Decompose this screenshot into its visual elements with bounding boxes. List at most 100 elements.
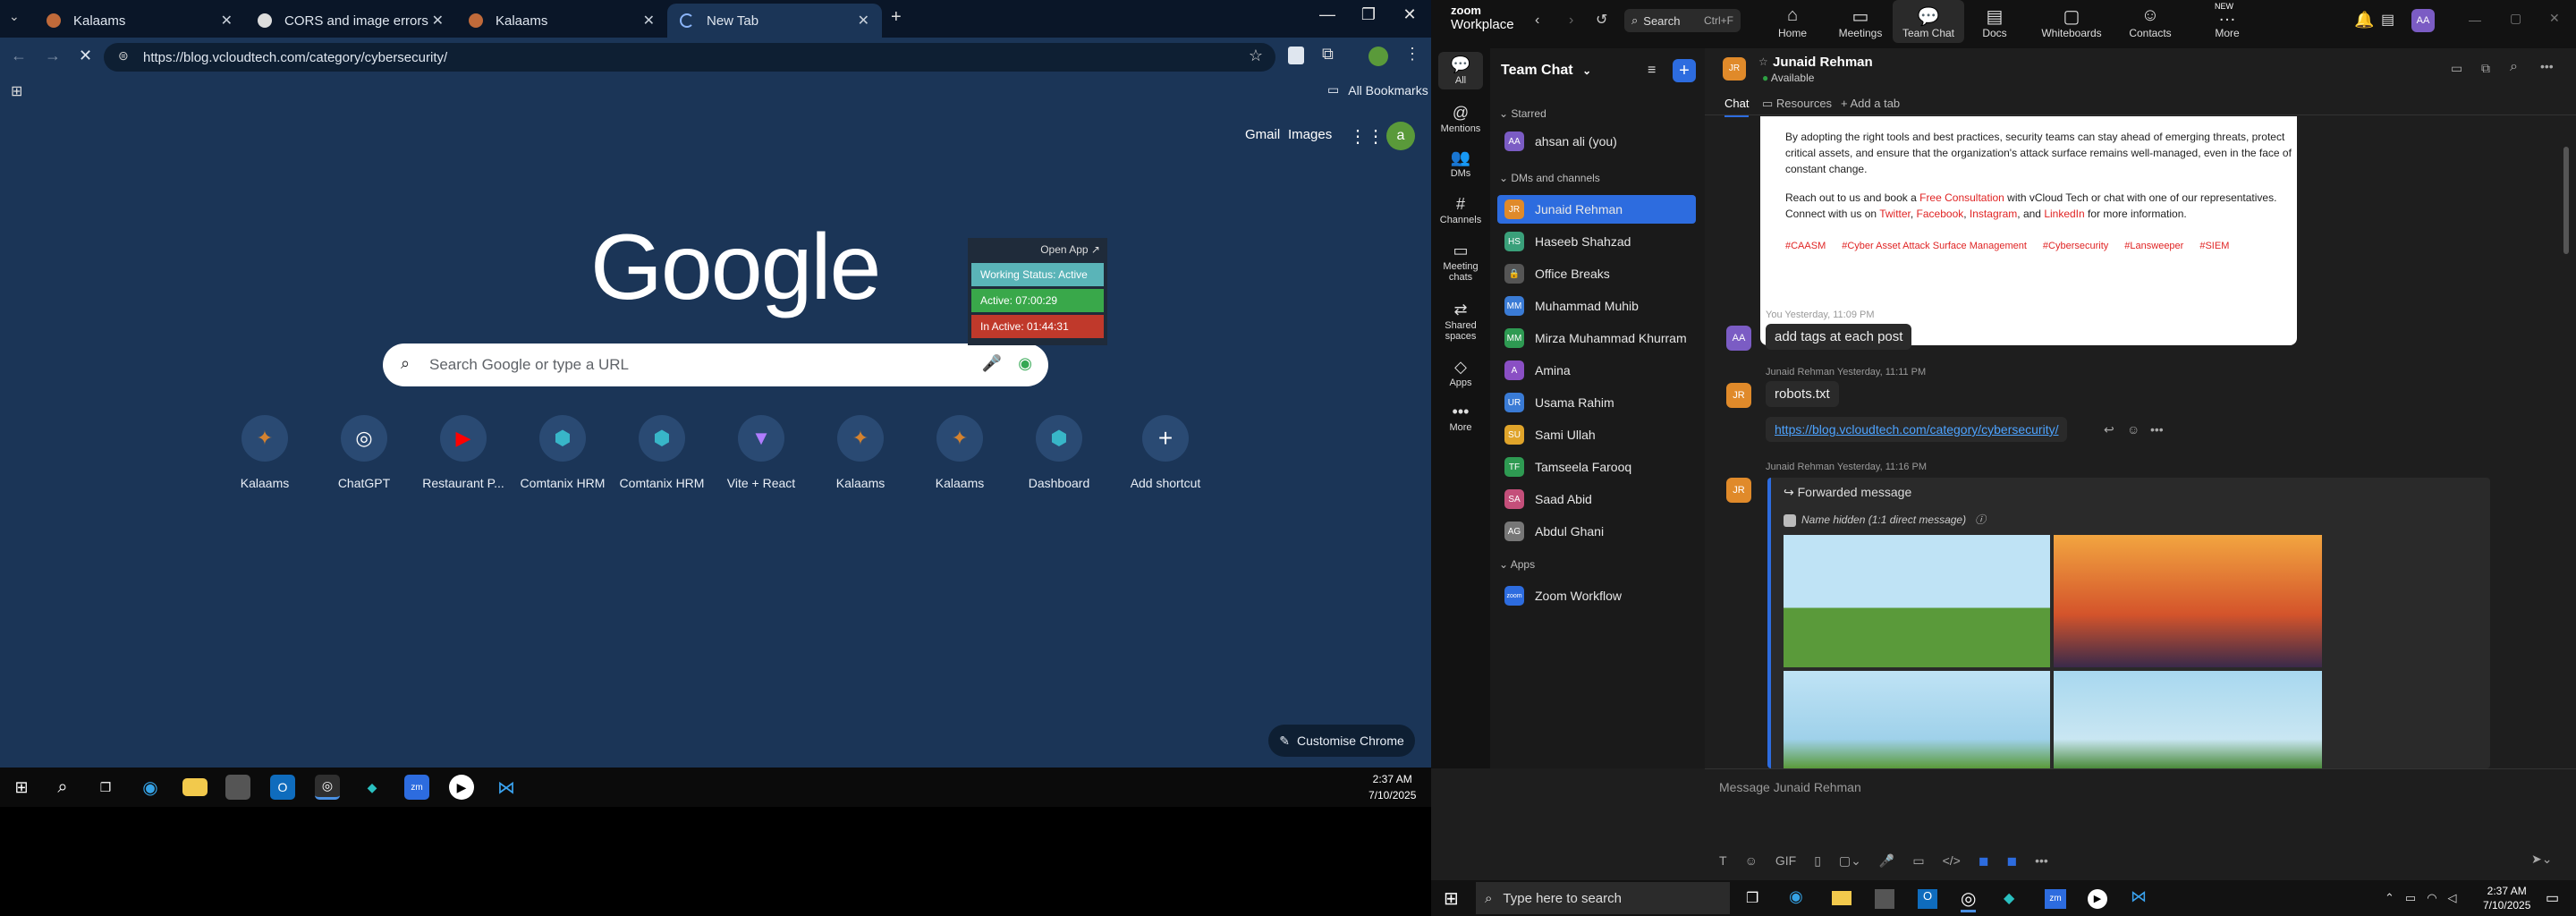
outlook-icon[interactable]: O (270, 775, 295, 800)
notifications-bell-icon[interactable]: 🔔 (2354, 11, 2374, 30)
app-taskbar-icon[interactable]: ▶ (449, 775, 474, 800)
emoji-react-icon[interactable]: ☺ (2127, 422, 2140, 437)
more-dots-icon[interactable]: ••• (2035, 853, 2048, 869)
close-window-icon[interactable]: ✕ (1394, 5, 1426, 24)
lens-search-icon[interactable]: ◉ (1018, 354, 1032, 373)
tag-link[interactable]: #Cybersecurity (2043, 238, 2108, 254)
nav-more[interactable]: NEW … More (2191, 2, 2263, 39)
maximize-icon[interactable]: ❐ (1352, 5, 1385, 24)
store-icon[interactable] (1875, 889, 1894, 909)
google-account-avatar[interactable]: a (1386, 122, 1415, 150)
browser-tab[interactable]: Kalaams ✕ (34, 4, 245, 38)
contact-junaid-rehman[interactable]: JR Junaid Rehman (1497, 195, 1696, 224)
rail-mentions[interactable]: @ Mentions (1431, 104, 1490, 134)
site-info-icon[interactable]: ⊜ (118, 48, 129, 64)
nav-meetings[interactable]: ▭ Meetings (1825, 5, 1896, 39)
minimize-icon[interactable]: — (1311, 5, 1343, 24)
shortcut-tile[interactable]: ⬢ Comtanix HRM (513, 415, 613, 490)
apps-heading[interactable]: ⌄ Apps (1499, 558, 1535, 571)
menu-kebab-icon[interactable]: ⋮ (1404, 45, 1420, 64)
contact-mirza-muhammad-khurram[interactable]: MM Mirza Muhammad Khurram (1497, 324, 1696, 352)
browser-tab[interactable]: Kalaams ✕ (456, 4, 667, 38)
nav-docs[interactable]: ▤ Docs (1959, 5, 2030, 39)
chevron-up-icon[interactable]: ⌃ (2385, 891, 2394, 905)
shortcut-tile[interactable]: ◎ ChatGPT (314, 415, 414, 490)
reply-icon[interactable]: ↩ (2104, 422, 2114, 437)
minimize-icon[interactable]: — (2469, 13, 2481, 27)
screenshot-icon[interactable]: ▢⌄ (1839, 853, 1861, 869)
customise-chrome-button[interactable]: ✎ Customise Chrome (1268, 725, 1415, 757)
file-explorer-icon[interactable] (1832, 891, 1852, 905)
zoom-taskbar-icon[interactable]: zm (404, 775, 429, 800)
chrome-taskbar-icon[interactable]: ◎ (1961, 887, 1977, 912)
star-icon[interactable]: ☆ (1758, 55, 1768, 68)
store-icon[interactable] (225, 775, 250, 800)
shortcut-tile[interactable]: ▼ Vite + React (711, 415, 811, 490)
notification-center-icon[interactable]: ▭ (2546, 889, 2559, 907)
message-link[interactable]: https://blog.vcloudtech.com/category/cyb… (1766, 417, 2068, 442)
file-icon[interactable]: ▯ (1814, 853, 1821, 869)
volume-icon[interactable]: ◁ (2448, 891, 2457, 905)
message-composer[interactable]: Message Junaid Rehman (1719, 780, 1861, 794)
task-view-icon[interactable]: ❐ (93, 775, 118, 800)
all-bookmarks-button[interactable]: ▭ All Bookmarks (1327, 82, 1428, 98)
app-icon[interactable]: ◼ (1979, 853, 1989, 869)
edge-icon[interactable]: ◉ (1789, 887, 1803, 906)
app-taskbar-icon[interactable]: ◆ (360, 775, 385, 800)
zoom-taskbar-icon[interactable]: zm (2045, 889, 2066, 909)
contact-haseeb-shahzad[interactable]: HS Haseeb Shahzad (1497, 227, 1696, 256)
rail-channels[interactable]: # Channels (1431, 195, 1490, 225)
filter-icon[interactable]: ≡ (1648, 63, 1656, 79)
gif-icon[interactable]: GIF (1775, 853, 1796, 869)
video-message-icon[interactable]: ▭ (1912, 853, 1924, 869)
close-tab-icon[interactable]: ✕ (643, 12, 655, 30)
shortcut-tile[interactable]: ▶ Restaurant P... (413, 415, 513, 490)
close-window-icon[interactable]: ✕ (2549, 11, 2560, 26)
contact-saad-abid[interactable]: SA Saad Abid (1497, 485, 1696, 513)
facebook-link[interactable]: Facebook (1917, 208, 1964, 220)
history-icon[interactable]: ↺ (1596, 11, 1607, 29)
taskbar-search-icon[interactable]: ⌕ (50, 775, 75, 800)
profile-avatar[interactable] (1368, 47, 1388, 66)
close-tab-icon[interactable]: ✕ (858, 12, 869, 30)
nav-contacts[interactable]: ☺ Contacts (2114, 5, 2186, 39)
windows-start-icon[interactable]: ⊞ (1444, 887, 1459, 910)
network-icon[interactable]: ▭ (2405, 891, 2416, 905)
edge-icon[interactable]: ◉ (138, 775, 163, 800)
scrollbar[interactable] (2563, 147, 2569, 254)
browser-tab-active[interactable]: New Tab ✕ (667, 4, 882, 38)
forward-icon[interactable]: › (1569, 13, 1573, 29)
images-link[interactable]: Images (1288, 127, 1332, 142)
message-bubble[interactable]: add tags at each post (1766, 324, 1912, 350)
rail-all[interactable]: 💬 All (1438, 52, 1483, 89)
new-tab-icon[interactable]: + (891, 7, 902, 28)
tab-resources[interactable]: ▭ Resources (1762, 97, 1832, 111)
shortcut-tile[interactable]: ✦ Kalaams (215, 415, 315, 490)
google-search-box[interactable]: ⌕ Search Google or type a URL 🎤 ◉ (383, 344, 1048, 386)
consultation-link[interactable]: Free Consultation (1919, 191, 2004, 204)
nav-home[interactable]: ⌂ Home (1757, 5, 1828, 39)
shortcut-tile[interactable]: ⬢ Comtanix HRM (612, 415, 712, 490)
code-icon[interactable]: </> (1943, 853, 1961, 869)
rail-shared-spaces[interactable]: ⇄ Shared spaces (1431, 301, 1490, 342)
shortcut-tile[interactable]: ✦ Kalaams (810, 415, 911, 490)
audio-icon[interactable]: 🎤 (1879, 853, 1894, 869)
tag-link[interactable]: #SIEM (2199, 238, 2229, 254)
emoji-icon[interactable]: ☺ (1745, 853, 1758, 869)
close-tab-icon[interactable]: ✕ (432, 12, 444, 30)
tag-link[interactable]: #CAASM (1785, 238, 1826, 254)
screen-share-icon[interactable]: ⧉ (2481, 61, 2490, 76)
task-view-icon[interactable]: ❐ (1746, 889, 1758, 907)
puzzle-extensions-icon[interactable]: ⧉ (1322, 45, 1334, 64)
rail-meeting-chats[interactable]: ▭ Meeting chats (1431, 242, 1490, 283)
tag-link[interactable]: #Cyber Asset Attack Surface Management (1842, 238, 2027, 254)
vscode-taskbar-icon[interactable]: ⋈ (494, 775, 519, 800)
bookmark-star-icon[interactable]: ☆ (1249, 47, 1263, 65)
contact-sami-ullah[interactable]: SU Sami Ullah (1497, 420, 1696, 449)
taskbar-search-box[interactable]: ⌕ Type here to search (1476, 882, 1730, 914)
app-icon[interactable]: ◼ (2006, 853, 2017, 869)
rail-more[interactable]: ••• More (1431, 403, 1490, 433)
chrome-taskbar-icon[interactable]: ◎ (315, 775, 340, 800)
contact-me[interactable]: AA ahsan ali (you) (1497, 127, 1696, 156)
nav-whiteboards[interactable]: ▢ Whiteboards (2036, 5, 2107, 39)
